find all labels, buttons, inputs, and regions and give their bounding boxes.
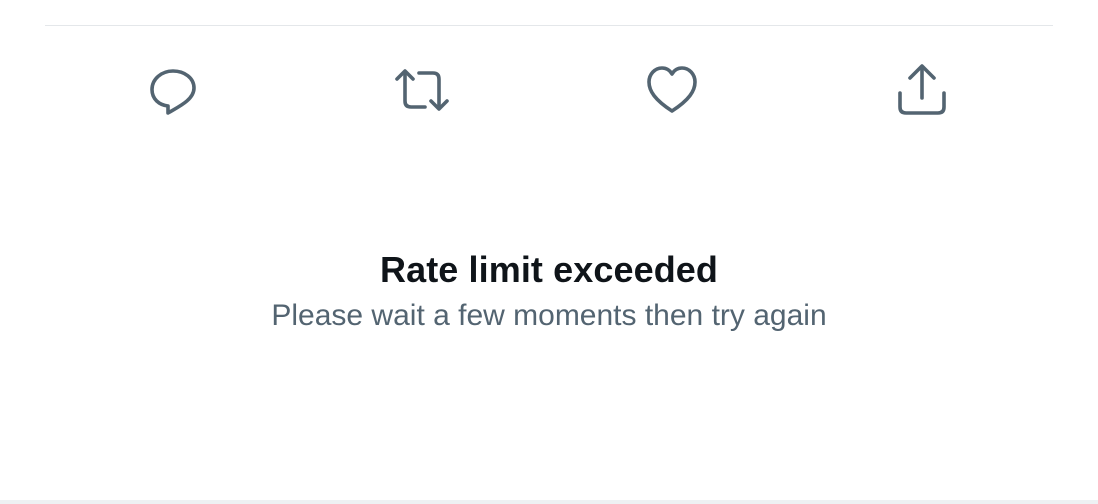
retweet-icon: [395, 69, 449, 111]
error-title: Rate limit exceeded: [379, 249, 719, 290]
error-subtitle: Please wait a few moments then try again: [271, 299, 827, 332]
share-icon: [898, 64, 946, 115]
reply-icon: [150, 69, 196, 115]
share-button[interactable]: [895, 63, 949, 117]
heart-icon: [647, 66, 697, 113]
retweet-button[interactable]: [395, 63, 449, 117]
bottom-divider: [0, 500, 1098, 504]
tweet-action-bar: [0, 0, 1098, 140]
reply-button[interactable]: [146, 63, 200, 117]
like-button[interactable]: [645, 63, 699, 117]
rate-limit-message: Rate limit exceeded Please wait a few mo…: [0, 248, 1098, 334]
